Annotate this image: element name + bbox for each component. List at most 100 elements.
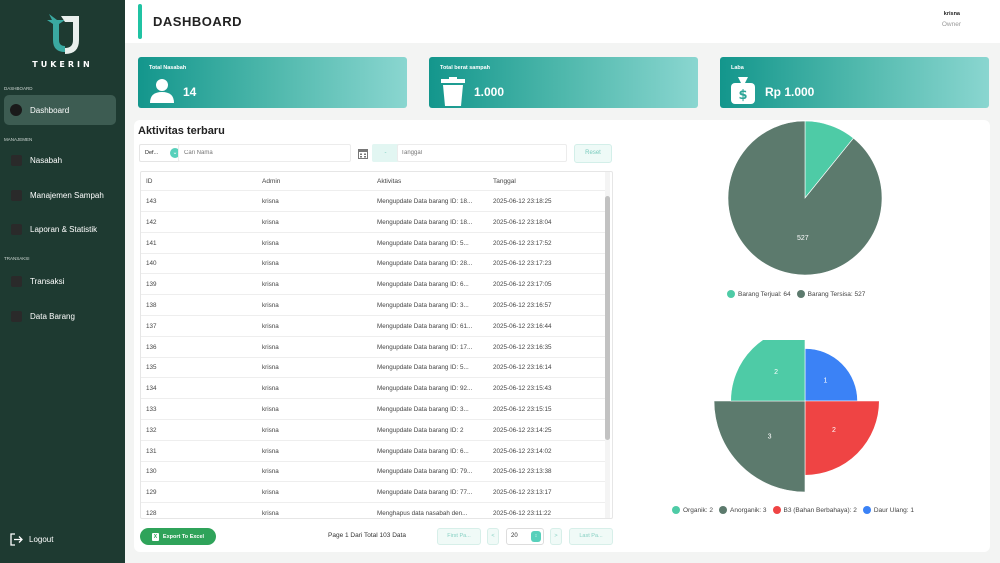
sidebar: TUKERIN DASHBOARD Dashboard MANAJEMEN Na… (0, 0, 125, 563)
legend-item[interactable]: Organik: 2 (672, 506, 713, 514)
legend-label: Barang Tersisa: 527 (807, 290, 866, 298)
table-row[interactable]: 132 krisna Mengupdate Data barang ID: 2 202… (141, 420, 606, 441)
legend-swatch (672, 506, 680, 514)
date-input[interactable] (397, 144, 567, 162)
cell-tanggal: 2025-06-12 23:18:04 (493, 218, 552, 226)
logo-icon (46, 14, 79, 54)
column-header-aktivitas[interactable]: Aktivitas (377, 178, 401, 185)
table-row[interactable]: 136 krisna Mengupdate Data barang ID: 17..… (141, 337, 606, 358)
activity-title: Aktivitas terbaru (138, 125, 225, 137)
logo: TUKERIN (0, 10, 125, 69)
page-size-select[interactable]: 20 ↕ (506, 528, 544, 545)
box-icon (9, 309, 23, 323)
legend-swatch (772, 506, 781, 514)
card-total-nasabah: Total Nasabah 14 (138, 57, 407, 108)
cell-id: 134 (146, 385, 157, 393)
table-row[interactable]: 140 krisna Mengupdate Data barang ID: 28..… (141, 253, 606, 275)
sidebar-item-manajemen-sampah[interactable]: Manajemen Sampah (4, 180, 116, 210)
table-row[interactable]: 137 krisna Mengupdate Data barang ID: 61..… (141, 316, 606, 337)
table-row[interactable]: 143 krisna Mengupdate Data barang ID: 18..… (141, 191, 606, 212)
header: DASHBOARD krisna Owner (125, 0, 1000, 43)
cell-id: 128 (146, 510, 157, 517)
reset-button[interactable]: Reset (574, 144, 612, 163)
card-value: 14 (183, 85, 197, 99)
main-panel: Aktivitas terbaru Def... ⌄ - Reset ID Ad… (134, 120, 990, 552)
legend-item[interactable]: Barang Tersisa: 527 (796, 290, 866, 298)
cell-aktivitas: Mengupdate Data barang ID: 3... (377, 406, 469, 413)
last-page-button[interactable]: Last Pa... (569, 528, 613, 545)
cell-tanggal: 2025-06-12 23:14:02 (493, 447, 552, 455)
table-scrollbar[interactable] (605, 172, 610, 518)
logout-button[interactable]: Logout (10, 533, 53, 546)
cell-admin: krisna (262, 447, 279, 455)
sidebar-item-transaksi[interactable]: Transaksi (4, 266, 116, 296)
search-input[interactable] (178, 144, 351, 162)
section-transaksi: TRANSAKSI (4, 256, 30, 261)
export-excel-button[interactable]: X Export To Excel (140, 528, 216, 545)
legend-item[interactable]: Barang Terjual: 64 (727, 290, 791, 298)
table-row[interactable]: 130 krisna Mengupdate Data barang ID: 79..… (141, 461, 606, 483)
calendar-button[interactable] (357, 146, 369, 160)
column-header-tanggal[interactable]: Tanggal (493, 178, 516, 185)
cell-aktivitas: Mengupdate Data barang ID: 77... (377, 489, 473, 497)
cell-tanggal: 2025-06-12 23:16:57 (493, 302, 552, 309)
cell-admin: krisna (262, 198, 279, 205)
header-accent (138, 4, 142, 39)
table-row[interactable]: 139 krisna Mengupdate Data barang ID: 6...… (141, 274, 606, 296)
cell-admin: krisna (262, 406, 279, 413)
sidebar-item-dashboard[interactable]: Dashboard (4, 95, 116, 125)
table-row[interactable]: 135 krisna Mengupdate Data barang ID: 5...… (141, 357, 606, 379)
scrollbar-thumb[interactable] (605, 196, 610, 440)
legend-item[interactable]: Anorganik: 3 (719, 506, 767, 514)
table-row[interactable]: 142 krisna Mengupdate Data barang ID: 18..… (141, 212, 606, 233)
table-row[interactable]: 138 krisna Mengupdate Data barang ID: 3...… (141, 295, 606, 316)
trash-icon (441, 77, 465, 106)
excel-icon: X (151, 532, 159, 541)
cell-id: 129 (146, 489, 157, 497)
legend-item[interactable]: B3 (Bahan Berbahaya): 2 (772, 506, 857, 514)
polar-slice-b3-bahan-berbahaya-[interactable] (804, 400, 880, 476)
polar-slice-organik[interactable] (730, 340, 806, 402)
column-header-admin[interactable]: Admin (262, 178, 280, 185)
table-row[interactable]: 133 krisna Mengupdate Data barang ID: 3...… (141, 399, 606, 420)
legend-swatch (727, 290, 735, 298)
cell-tanggal: 2025-06-12 23:17:05 (493, 281, 552, 289)
cell-aktivitas: Menghapus data nasabah den... (377, 510, 468, 517)
pie-slice-barang-tersisa[interactable] (727, 120, 883, 276)
date-dropdown[interactable]: - (372, 144, 399, 162)
cell-aktivitas: Mengupdate Data barang ID: 28... (377, 260, 473, 268)
slice-data-label: 2 (774, 369, 778, 376)
polar-slice-daur-ulang[interactable] (804, 348, 858, 402)
sidebar-item-data-barang[interactable]: Data Barang (4, 301, 116, 331)
table-row[interactable]: 131 krisna Mengupdate Data barang ID: 6...… (141, 441, 606, 462)
table-row[interactable]: 128 krisna Menghapus data nasabah den... 20… (141, 503, 606, 518)
sidebar-item-label: Dashboard (30, 105, 70, 115)
sidebar-item-nasabah[interactable]: Nasabah (4, 145, 116, 175)
table-row[interactable]: 134 krisna Mengupdate Data barang ID: 92..… (141, 378, 606, 400)
cell-tanggal: 2025-06-12 23:13:17 (493, 489, 552, 497)
table-header: ID Admin Aktivitas Tanggal (141, 172, 606, 191)
page-title: DASHBOARD (153, 14, 242, 29)
waste-legend: Organik: 2 Anorganik: 3 B3 (Bahan Berbah… (672, 506, 920, 514)
next-page-button[interactable]: > (550, 528, 562, 545)
sidebar-item-label: Laporan & Statistik (30, 224, 98, 234)
slice-data-label: 527 (797, 235, 809, 242)
cell-tanggal: 2025-06-12 23:15:15 (493, 406, 552, 413)
table-row[interactable]: 141 krisna Mengupdate Data barang ID: 5...… (141, 233, 606, 254)
first-page-button[interactable]: First Pa... (437, 528, 481, 545)
column-header-id[interactable]: ID (146, 178, 153, 185)
user-name[interactable]: krisna (944, 11, 960, 17)
prev-page-button[interactable]: < (487, 528, 499, 545)
sidebar-item-laporan[interactable]: Laporan & Statistik (4, 214, 116, 244)
polar-slice-anorganik[interactable] (713, 400, 806, 493)
legend-swatch (862, 506, 871, 514)
legend-item[interactable]: Daur Ulang: 1 (862, 506, 914, 514)
logout-label: Logout (29, 535, 54, 544)
stock-legend: Barang Terjual: 64 Barang Tersisa: 527 (727, 290, 871, 298)
cell-id: 137 (146, 322, 157, 330)
cell-aktivitas: Mengupdate Data barang ID: 79... (377, 468, 473, 476)
cell-id: 143 (146, 198, 157, 205)
cell-admin: krisna (262, 343, 279, 351)
table-row[interactable]: 129 krisna Mengupdate Data barang ID: 77..… (141, 482, 606, 504)
cell-admin: krisna (262, 302, 279, 309)
